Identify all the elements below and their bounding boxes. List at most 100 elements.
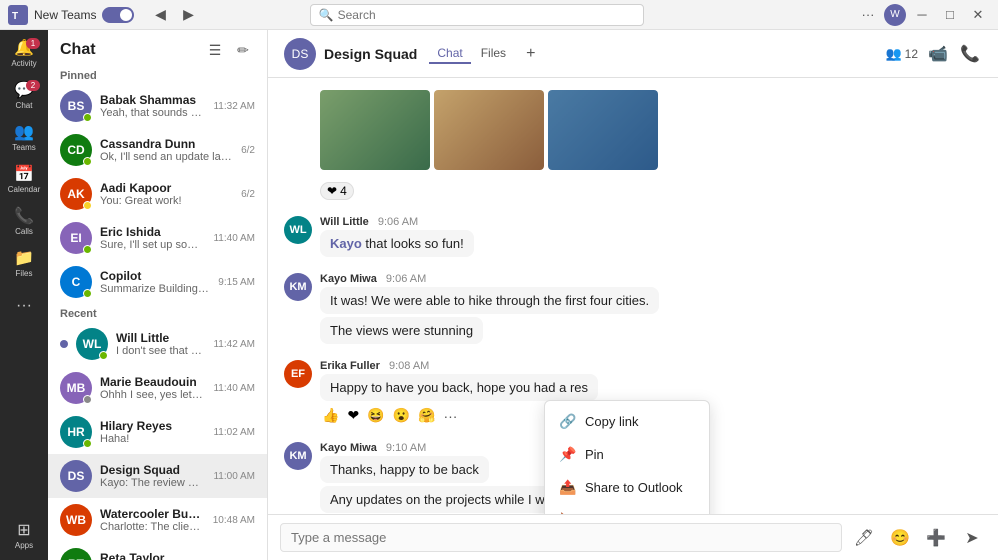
topbar-actions: ··· W ─ □ ✕ <box>856 3 990 27</box>
list-item[interactable]: WB Watercooler Buddies Charlotte: The cl… <box>48 498 267 542</box>
more-reactions-button[interactable]: ··· <box>441 406 459 426</box>
tab-files[interactable]: Files <box>473 44 514 64</box>
contact-name: Marie Beaudouin <box>100 375 205 389</box>
avatar: CD <box>60 134 92 166</box>
sticker-button[interactable]: 🖊 <box>850 524 878 552</box>
copy-link-label: Copy link <box>585 414 638 429</box>
reaction-pill[interactable]: ❤ 4 <box>320 182 354 200</box>
pinned-label: Pinned <box>48 66 267 84</box>
teams-toggle[interactable] <box>102 7 134 23</box>
list-item[interactable]: HR Hilary Reyes Haha! 11:02 AM <box>48 410 267 454</box>
emoji-laugh[interactable]: 😆 <box>365 405 386 426</box>
chat-item-content: Babak Shammas Yeah, that sounds great <box>100 93 205 119</box>
files-label: Files <box>16 269 33 278</box>
search-input[interactable] <box>338 8 635 22</box>
unread-indicator <box>60 340 68 348</box>
members-count[interactable]: 👥 12 <box>885 46 918 62</box>
message-bubble: Happy to have you back, hope you had a r… <box>320 374 598 401</box>
status-indicator <box>83 395 92 404</box>
avatar: DS <box>60 460 92 492</box>
close-button[interactable]: ✕ <box>966 3 990 27</box>
new-chat-button[interactable]: ✏ <box>231 38 255 62</box>
teams-label: Teams <box>12 143 36 152</box>
message-time: 9:06 AM <box>386 273 426 285</box>
shared-image[interactable] <box>320 90 430 170</box>
search-bar[interactable]: 🔍 <box>310 4 644 26</box>
avatar: BS <box>60 90 92 122</box>
shared-image[interactable] <box>548 90 658 170</box>
message-bubble: The views were stunning <box>320 317 483 344</box>
message-time: 10:48 AM <box>213 515 255 526</box>
list-item[interactable]: DS Design Squad Kayo: The review went re… <box>48 454 267 498</box>
sidebar-item-apps[interactable]: ⊞ Apps <box>4 516 44 556</box>
list-item[interactable]: AK Aadi Kapoor You: Great work! 6/2 <box>48 172 267 216</box>
sidebar-item-files[interactable]: 📁 Files <box>4 244 44 284</box>
emoji-heart[interactable]: ❤ <box>345 405 361 426</box>
contact-name: Eric Ishida <box>100 225 205 239</box>
message-time: 11:40 AM <box>213 233 255 244</box>
avatar: WB <box>60 504 92 536</box>
forward-button[interactable]: ▶ <box>176 3 200 27</box>
avatar: WL <box>284 216 312 244</box>
list-item[interactable]: CD Cassandra Dunn Ok, I'll send an updat… <box>48 128 267 172</box>
list-item[interactable]: C Copilot Summarize Building supplier.do… <box>48 260 267 304</box>
more-options-button[interactable]: ··· <box>856 3 880 27</box>
message-preview: Kayo: The review went really well! Can't… <box>100 477 205 489</box>
minimize-button[interactable]: ─ <box>910 3 934 27</box>
message-time: 6/2 <box>241 189 255 200</box>
list-item[interactable]: MB Marie Beaudouin Ohhh I see, yes let m… <box>48 366 267 410</box>
emoji-hug[interactable]: 🤗 <box>416 405 437 426</box>
list-item[interactable]: BS Babak Shammas Yeah, that sounds great… <box>48 84 267 128</box>
emoji-wow[interactable]: 😮 <box>391 405 412 426</box>
attach-button[interactable]: ➕ <box>922 524 950 552</box>
sidebar-item-activity[interactable]: 🔔 1 Activity <box>4 34 44 74</box>
avatar: KM <box>284 273 312 301</box>
avatar: RT <box>60 548 92 560</box>
sidebar-item-calendar[interactable]: 📅 Calendar <box>4 160 44 200</box>
chat-tabs: Chat Files <box>429 44 514 64</box>
message-input[interactable] <box>280 523 842 552</box>
save-message-item[interactable]: 🔖 Save this message <box>545 504 709 514</box>
emoji-button[interactable]: 😊 <box>886 524 914 552</box>
message-time: 9:08 AM <box>389 360 429 372</box>
send-button[interactable]: ➤ <box>958 524 986 552</box>
avatar: MB <box>60 372 92 404</box>
contact-name: Design Squad <box>100 463 205 477</box>
message-preview: I don't see that being an issue. Can you… <box>116 345 205 357</box>
contact-name: Hilary Reyes <box>100 419 205 433</box>
audio-call-button[interactable]: 📞 <box>958 42 982 66</box>
message-meta: Erika Fuller 9:08 AM <box>320 360 598 372</box>
chat-item-content: Marie Beaudouin Ohhh I see, yes let me f… <box>100 375 205 401</box>
chat-list: BS Babak Shammas Yeah, that sounds great… <box>48 84 267 560</box>
sidebar-item-teams[interactable]: 👥 Teams <box>4 118 44 158</box>
message-meta: Will Little 9:06 AM <box>320 216 474 228</box>
shared-image[interactable] <box>434 90 544 170</box>
maximize-button[interactable]: □ <box>938 3 962 27</box>
video-call-button[interactable]: 📹 <box>926 42 950 66</box>
message-time: 9:10 AM <box>386 442 426 454</box>
message-bubble: Kayo that looks so fun! <box>320 230 474 257</box>
list-item[interactable]: WL Will Little I don't see that being an… <box>48 322 267 366</box>
message-preview: Ohhh I see, yes let me fix that! <box>100 389 205 401</box>
share-outlook-item[interactable]: 📤 Share to Outlook <box>545 471 709 504</box>
pin-item[interactable]: 📌 Pin <box>545 438 709 471</box>
back-button[interactable]: ◀ <box>148 3 172 27</box>
sidebar-item-chat[interactable]: 💬 2 Chat <box>4 76 44 116</box>
user-avatar[interactable]: W <box>884 4 906 26</box>
chat-panel: Chat ☰ ✏ Pinned BS Babak Shammas Yeah, t… <box>48 30 268 560</box>
add-tab-button[interactable]: + <box>526 45 535 63</box>
list-item[interactable]: RT Reta Taylor Ah, ok I understand now. … <box>48 542 267 560</box>
pin-icon: 📌 <box>559 446 575 463</box>
list-item[interactable]: EI Eric Ishida Sure, I'll set up somethi… <box>48 216 267 260</box>
files-icon: 📁 <box>14 251 34 267</box>
filter-button[interactable]: ☰ <box>203 38 227 62</box>
emoji-thumbs-up[interactable]: 👍 <box>320 405 341 426</box>
sidebar-item-calls[interactable]: 📞 Calls <box>4 202 44 242</box>
sidebar-item-more[interactable]: ··· <box>4 286 44 326</box>
message-time: 11:02 AM <box>213 427 255 438</box>
tab-chat[interactable]: Chat <box>429 44 470 64</box>
copy-link-item[interactable]: 🔗 Copy link <box>545 405 709 438</box>
members-number: 12 <box>905 47 918 61</box>
copy-link-icon: 🔗 <box>559 413 575 430</box>
message-time: 11:42 AM <box>213 339 255 350</box>
